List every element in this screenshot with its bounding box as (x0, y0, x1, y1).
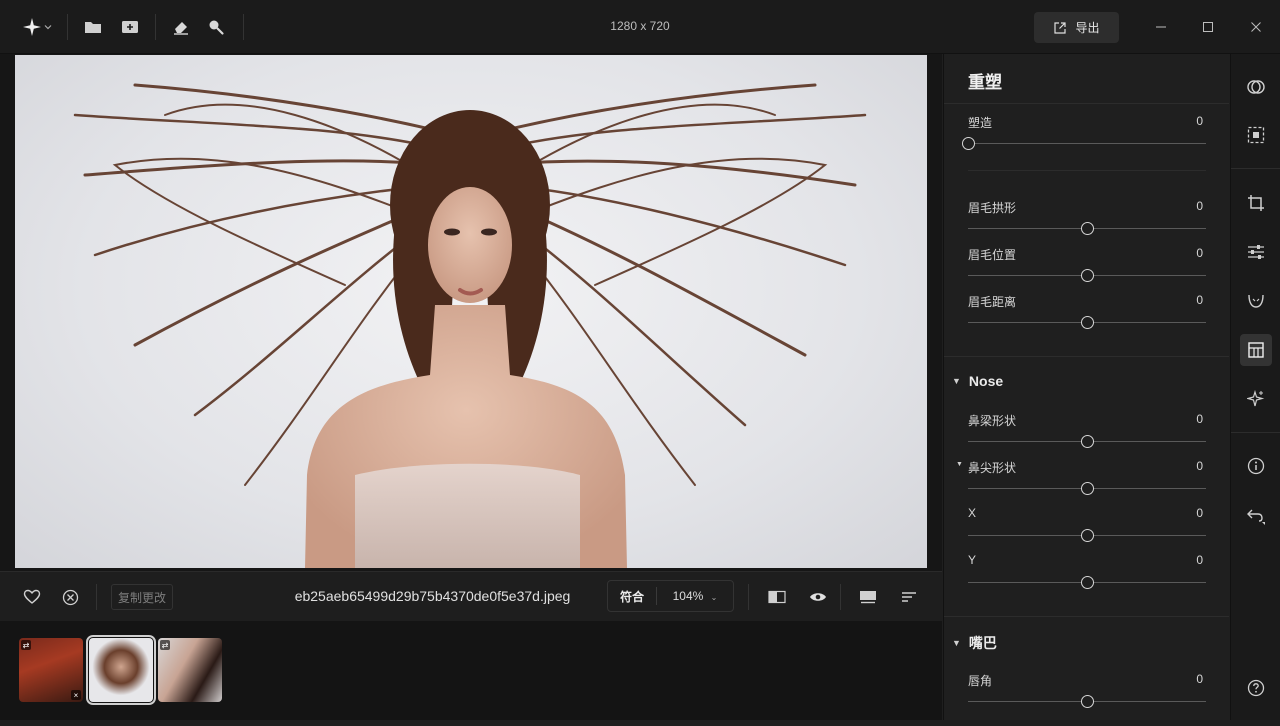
sparkle-icon[interactable] (1244, 387, 1268, 411)
compare-icon[interactable] (767, 587, 787, 607)
heart-icon[interactable] (22, 587, 42, 607)
mouth-section-header[interactable]: ▼ 嘴巴 (952, 633, 997, 653)
export-label: 导出 (1075, 21, 1100, 35)
eye-icon[interactable] (808, 587, 828, 607)
toolbar-divider (748, 584, 749, 610)
slider-label-brow-distance: 眉毛距离 (968, 295, 1017, 309)
divider (944, 616, 1229, 617)
slider-thumb-nose-bridge[interactable] (1080, 435, 1094, 448)
eraser-icon[interactable] (171, 17, 191, 37)
slider-thumb-nose-tip[interactable] (1080, 482, 1094, 495)
toolbar-divider (243, 14, 244, 40)
slider-value-brow-distance: 0 (1196, 293, 1203, 307)
panel-title: 重塑 (968, 73, 1002, 92)
face-retouch-icon[interactable] (1244, 288, 1268, 312)
undo-icon[interactable] (1244, 504, 1268, 528)
export-icon (1054, 21, 1067, 34)
chevron-down-icon: ⌄ (710, 593, 718, 602)
reshape-grid-icon[interactable] (1240, 334, 1272, 366)
export-button[interactable]: 导出 (1034, 12, 1119, 43)
slider-value-brow-position: 0 (1196, 246, 1203, 260)
caret-down-icon: ▼ (952, 376, 961, 386)
title-bar: 1280 x 720 导出 (0, 0, 1280, 54)
slider-label-nose-tip: 鼻尖形状 (968, 461, 1017, 475)
slider-label-brow-arch: 眉毛拱形 (968, 201, 1017, 215)
filmstrip-thumbnail-selected[interactable] (86, 635, 156, 705)
copy-changes-button[interactable]: 复制更改 (111, 584, 173, 610)
nose-section-header[interactable]: ▼ Nose (952, 373, 1003, 389)
caret-down-icon[interactable]: ▼ (956, 461, 963, 468)
slider-thumb-brow-position[interactable] (1080, 269, 1094, 282)
toolbar-divider (840, 584, 841, 610)
edited-badge-icon: ⇄ (160, 640, 170, 650)
slider-value-shape: 0 (1196, 114, 1203, 128)
bottom-toolbar: 复制更改 eb25aeb65499d29b75b4370de0f5e37d.jp… (0, 571, 942, 621)
star-logo-icon[interactable] (22, 17, 42, 37)
crop-icon[interactable] (1244, 191, 1268, 215)
add-image-icon[interactable] (120, 17, 140, 37)
slider-thumb-y[interactable] (1080, 576, 1094, 589)
reject-badge-icon: × (71, 690, 81, 700)
reject-icon[interactable] (60, 587, 80, 607)
slider-value-nose-bridge: 0 (1196, 412, 1203, 426)
select-frame-icon[interactable] (1244, 123, 1268, 147)
slider-label-x: X (968, 506, 977, 520)
slider-label-y: Y (968, 553, 977, 567)
canvas-area[interactable] (0, 54, 942, 571)
slider-label-nose-bridge: 鼻梁形状 (968, 414, 1017, 428)
maximize-icon[interactable] (1198, 17, 1218, 37)
slider-label-brow-position: 眉毛位置 (968, 248, 1017, 262)
slider-value-x: 0 (1196, 506, 1203, 520)
zoom-control: 符合 104% ⌄ (607, 580, 734, 612)
slider-value-lip-corner: 0 (1196, 672, 1203, 686)
divider (1231, 432, 1280, 433)
folder-icon[interactable] (83, 17, 103, 37)
tool-strip (1230, 54, 1280, 720)
close-icon[interactable] (1246, 17, 1266, 37)
zoom-dropdown[interactable]: 104% ⌄ (657, 589, 733, 603)
chevron-down-icon[interactable] (42, 17, 54, 37)
slider-value-nose-tip: 0 (1196, 459, 1203, 473)
adjust-sliders-icon[interactable] (1244, 240, 1268, 264)
help-icon[interactable] (1244, 676, 1268, 700)
info-icon[interactable] (1244, 454, 1268, 478)
toolbar-divider (96, 584, 97, 610)
slider-value-brow-arch: 0 (1196, 199, 1203, 213)
filmstrip-thumbnail[interactable]: ⇄ × (19, 638, 83, 702)
edited-badge-icon: ⇄ (21, 640, 31, 650)
slider-thumb-shape[interactable] (961, 137, 975, 150)
portrait-image (73, 83, 867, 568)
slider-thumb-brow-arch[interactable] (1080, 222, 1094, 235)
slider-label-shape: 塑造 (968, 116, 993, 130)
magnifier-icon[interactable] (206, 17, 226, 37)
slider-track-shape[interactable] (968, 143, 1206, 144)
divider (944, 103, 1229, 104)
caret-down-icon: ▼ (952, 638, 961, 648)
filmstrip: ⇄ × ⇄ (0, 621, 942, 720)
slider-value-y: 0 (1196, 553, 1203, 567)
reshape-panel: 重塑 塑造 0 眉毛拱形 0 眉毛位置 0 眉毛距离 0 ▼ Nose 鼻梁形状… (943, 54, 1229, 720)
zoom-fit-button[interactable]: 符合 (608, 588, 656, 605)
file-name: eb25aeb65499d29b75b4370de0f5e37d.jpeg (294, 588, 571, 604)
filmstrip-thumbnail[interactable]: ⇄ (158, 638, 222, 702)
divider (1231, 168, 1280, 169)
divider (968, 170, 1206, 171)
nose-section-title: Nose (968, 373, 1004, 389)
mouth-section-title: 嘴巴 (968, 635, 997, 651)
main-photo[interactable] (15, 55, 927, 568)
slider-thumb-x[interactable] (1080, 529, 1094, 542)
app-window: 1280 x 720 导出 复制更改 eb25aeb65499d29b75b43… (0, 0, 1280, 726)
minimize-icon[interactable] (1151, 17, 1171, 37)
zoom-value: 104% (672, 589, 704, 603)
divider (944, 356, 1229, 357)
overlay-circles-icon[interactable] (1244, 75, 1268, 99)
slider-thumb-lip-corner[interactable] (1080, 695, 1094, 708)
toolbar-divider (67, 14, 68, 40)
sort-icon[interactable] (899, 587, 919, 607)
filmstrip-toggle-icon[interactable] (858, 587, 878, 607)
slider-thumb-brow-distance[interactable] (1080, 316, 1094, 329)
toolbar-divider (155, 14, 156, 40)
slider-label-lip-corner: 唇角 (968, 674, 993, 688)
